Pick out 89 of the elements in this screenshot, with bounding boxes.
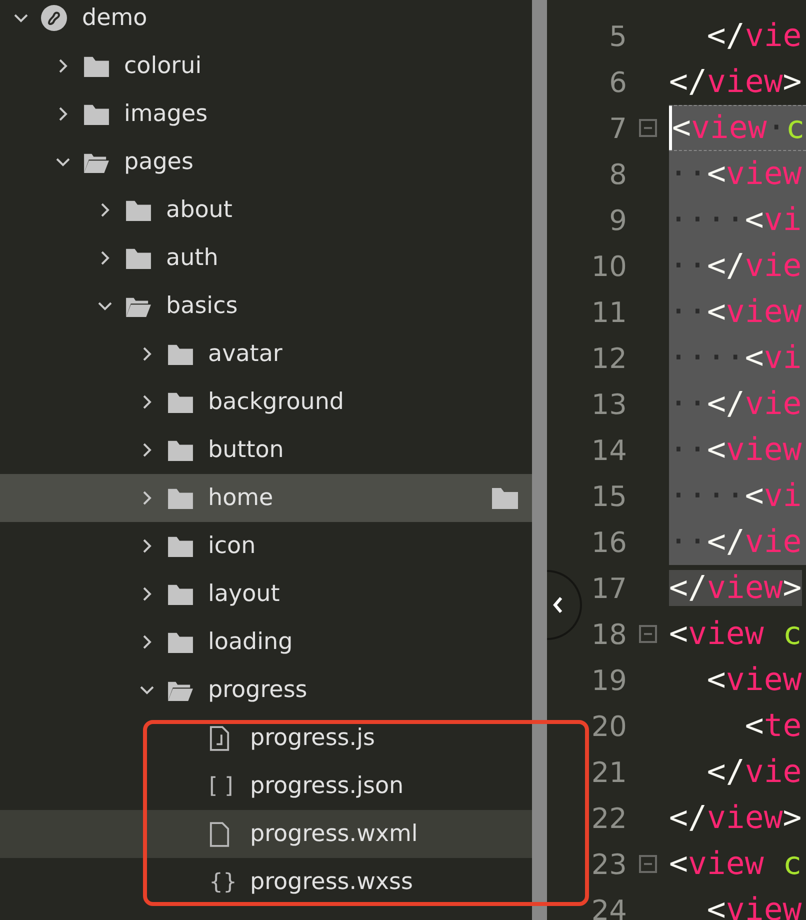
item-label: basics: [166, 293, 238, 319]
line-number: 17: [590, 572, 627, 604]
line-number: 8: [608, 158, 627, 190]
item-label: about: [166, 197, 232, 223]
code-line: </view>: [669, 569, 803, 608]
folder-icon: [167, 342, 194, 366]
file-type-icon: [ ]: [209, 774, 234, 798]
line-number: 6: [608, 66, 627, 98]
folder-item[interactable]: avatar: [0, 330, 532, 378]
line-number: 24: [590, 894, 627, 920]
folder-icon: [125, 198, 152, 222]
collapse-icon[interactable]: [639, 119, 657, 137]
line-number: 18: [590, 618, 627, 650]
folder-item[interactable]: basics: [0, 282, 532, 330]
line-number: 20: [590, 710, 627, 742]
line-number: 22: [590, 802, 627, 834]
folder-item[interactable]: about: [0, 186, 532, 234]
folder-icon: [167, 390, 194, 414]
line-number: 14: [590, 434, 627, 466]
collapse-icon[interactable]: [639, 625, 657, 643]
item-label: icon: [208, 533, 256, 559]
item-label: demo: [82, 5, 148, 31]
folder-item[interactable]: loading: [0, 618, 532, 666]
code-line: <view c: [669, 615, 803, 654]
item-label: layout: [208, 581, 280, 607]
code-line: </view>: [669, 799, 803, 838]
line-number: 15: [590, 480, 627, 512]
item-label: progress: [208, 677, 308, 703]
folder-icon: [167, 438, 194, 462]
file-item[interactable]: progress.wxml: [0, 810, 532, 858]
folder-icon: [167, 582, 194, 606]
line-number: 16: [590, 526, 627, 558]
folder-item[interactable]: colorui: [0, 42, 532, 90]
item-label: avatar: [208, 341, 282, 367]
collapse-icon[interactable]: [639, 855, 657, 873]
item-label: progress.wxss: [250, 869, 413, 895]
item-label: progress.js: [250, 725, 375, 751]
folder-item[interactable]: layout: [0, 570, 532, 618]
folder-icon: [167, 630, 194, 654]
folder-item[interactable]: images: [0, 90, 532, 138]
line-number: 19: [590, 664, 627, 696]
item-label: pages: [124, 149, 194, 175]
file-item[interactable]: [ ] progress.json: [0, 762, 532, 810]
code-line: <te: [744, 707, 803, 746]
item-label: colorui: [124, 53, 202, 79]
folder-item[interactable]: demo: [0, 0, 532, 42]
file-item[interactable]: progress.js: [0, 714, 532, 762]
scrollbar[interactable]: [532, 0, 547, 920]
item-label: auth: [166, 245, 218, 271]
folder-icon: [167, 534, 194, 558]
folder-item[interactable]: icon: [0, 522, 532, 570]
line-number: 9: [608, 204, 627, 236]
link-icon: [41, 5, 67, 31]
line-number: 10: [590, 250, 627, 282]
item-label: background: [208, 389, 344, 415]
folder-item[interactable]: progress: [0, 666, 532, 714]
code-line: <view c: [669, 845, 803, 884]
line-number: 5: [608, 20, 627, 52]
file-type-icon: {}: [209, 870, 237, 894]
folder-item[interactable]: button: [0, 426, 532, 474]
item-label: loading: [208, 629, 293, 655]
line-number: 23: [590, 848, 627, 880]
file-item[interactable]: {} progress.wxss: [0, 858, 532, 906]
line-number: 11: [590, 296, 627, 328]
folder-icon[interactable]: [490, 486, 520, 510]
item-label: progress.wxml: [250, 821, 418, 847]
code-line: </vie: [706, 753, 803, 792]
line-number: 12: [590, 342, 627, 374]
line-number: 21: [590, 756, 627, 788]
line-number: 13: [590, 388, 627, 420]
folder-icon: [167, 486, 194, 510]
item-label: progress.json: [250, 773, 404, 799]
folder-item[interactable]: auth: [0, 234, 532, 282]
folder-item[interactable]: background: [0, 378, 532, 426]
folder-icon: [83, 54, 110, 78]
line-number: 7: [608, 112, 627, 144]
code-line: <view: [706, 661, 803, 700]
file-icon: [209, 726, 230, 750]
chevron-left-icon: [551, 595, 565, 615]
item-label: images: [124, 101, 208, 127]
folder-icon: [125, 246, 152, 270]
code-line: </vie: [706, 17, 803, 56]
file-icon: [209, 822, 230, 846]
code-line: </view>: [669, 63, 803, 102]
folder-item[interactable]: pages: [0, 138, 532, 186]
folder-item[interactable]: home: [0, 474, 532, 522]
item-label: button: [208, 437, 284, 463]
item-label: home: [208, 485, 274, 511]
folder-icon: [83, 102, 110, 126]
